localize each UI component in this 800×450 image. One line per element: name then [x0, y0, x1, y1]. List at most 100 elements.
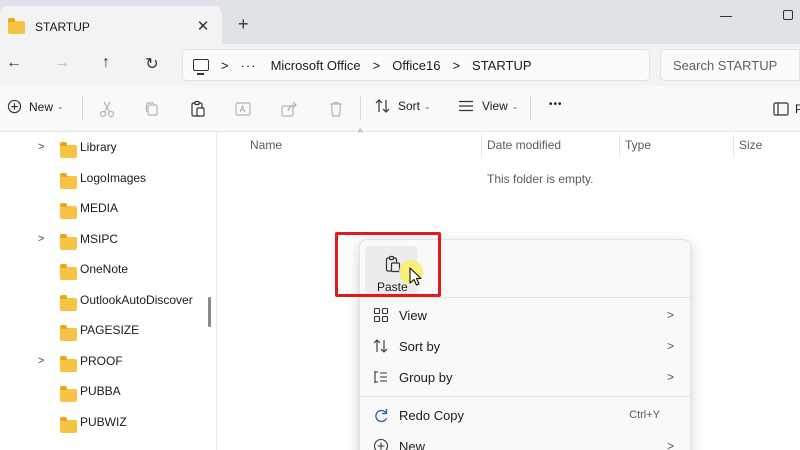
- toolbar-divider: [530, 96, 531, 120]
- menu-label: Group by: [399, 369, 453, 385]
- sort-caret-icon: ^: [358, 128, 363, 139]
- highlight-annotation-box: [335, 232, 441, 297]
- tree-item[interactable]: > Library: [0, 136, 204, 158]
- new-tab-button[interactable]: +: [238, 14, 249, 35]
- details-pane-icon[interactable]: [772, 100, 790, 118]
- tree-item-label: LogoImages: [80, 171, 147, 185]
- folder-icon: [60, 233, 77, 250]
- breadcrumb-microsoft-office[interactable]: Microsoft Office: [271, 58, 361, 73]
- folder-icon: [8, 17, 25, 34]
- breadcrumb-overflow-button[interactable]: ···: [241, 58, 257, 73]
- sort-icon: [375, 99, 390, 113]
- chevron-right-icon[interactable]: >: [38, 141, 44, 153]
- column-header-size[interactable]: Size: [739, 138, 762, 152]
- tree-item-label: PAGESIZE: [80, 323, 140, 337]
- tree-item[interactable]: OneNote: [0, 258, 204, 280]
- tree-item[interactable]: MEDIA: [0, 197, 204, 219]
- column-divider[interactable]: [619, 134, 620, 158]
- tree-item[interactable]: PUBBA: [0, 380, 204, 402]
- delete-icon[interactable]: [327, 100, 345, 118]
- menu-item-new[interactable]: New >: [360, 432, 690, 450]
- breadcrumb-office16[interactable]: Office16: [392, 58, 440, 73]
- refresh-button[interactable]: ↻: [142, 54, 162, 74]
- address-bar[interactable]: > ··· Microsoft Office > Office16 > STAR…: [182, 49, 650, 81]
- paste-icon[interactable]: [189, 100, 207, 118]
- forward-button[interactable]: →: [52, 54, 72, 72]
- search-placeholder: Search STARTUP: [673, 57, 778, 73]
- cut-icon[interactable]: [98, 100, 116, 118]
- column-header-date-modified[interactable]: Date modified: [487, 138, 561, 152]
- copy-icon[interactable]: [143, 100, 161, 118]
- tree-item-label: PUBWIZ: [80, 415, 127, 429]
- folder-icon: [60, 263, 77, 280]
- up-button[interactable]: ↑: [96, 54, 116, 72]
- column-header-name[interactable]: Name: [250, 138, 282, 152]
- search-input[interactable]: Search STARTUP: [660, 49, 800, 81]
- new-button[interactable]: New ⌄: [7, 99, 64, 114]
- folder-icon: [60, 172, 77, 189]
- chevron-down-icon: ⌄: [57, 102, 64, 111]
- column-header-type[interactable]: Type: [625, 138, 651, 152]
- breadcrumb-startup[interactable]: STARTUP: [472, 58, 531, 73]
- sort-button[interactable]: Sort ⌄: [375, 99, 431, 113]
- sort-label: Sort: [398, 99, 421, 113]
- maximize-button[interactable]: [783, 10, 793, 20]
- tree-item[interactable]: OutlookAutoDiscover: [0, 289, 204, 311]
- tab-startup[interactable]: STARTUP ✕: [0, 6, 222, 48]
- tree-item[interactable]: PUBWIZ: [0, 411, 204, 433]
- rename-icon[interactable]: [234, 100, 252, 118]
- tree-item-label: PUBBA: [80, 384, 121, 398]
- mouse-cursor-icon: [409, 267, 422, 286]
- menu-item-group-by[interactable]: Group by >: [360, 363, 690, 391]
- chevron-down-icon: ⌄: [511, 101, 519, 111]
- column-divider[interactable]: [481, 134, 482, 158]
- tree-item[interactable]: PAGESIZE: [0, 319, 204, 341]
- menu-item-view[interactable]: View >: [360, 301, 690, 329]
- chevron-right-icon: >: [666, 339, 674, 353]
- details-label-fragment: P: [795, 102, 800, 116]
- address-row: ← → ↑ ↻ > ··· Microsoft Office > Office1…: [0, 44, 800, 86]
- tree-item[interactable]: LogoImages: [0, 167, 204, 189]
- tree-item-label: Library: [80, 140, 117, 154]
- menu-item-sort-by[interactable]: Sort by >: [360, 332, 690, 360]
- share-icon[interactable]: [280, 100, 298, 118]
- menu-separator: [360, 396, 690, 397]
- grid-icon: [373, 307, 389, 323]
- folder-icon: [60, 141, 77, 158]
- navigation-pane: > Library LogoImages MEDIA > MSIPC OneNote Outl…: [0, 132, 204, 450]
- tree-item[interactable]: > PROOF: [0, 350, 204, 372]
- group-by-icon: [374, 371, 387, 383]
- menu-label: New: [399, 438, 426, 450]
- tree-item-label: MEDIA: [80, 201, 119, 215]
- chevron-right-icon[interactable]: >: [38, 233, 44, 245]
- menu-label: View: [399, 307, 427, 323]
- more-options-button[interactable]: •••: [549, 99, 563, 110]
- chevron-right-icon[interactable]: >: [38, 355, 44, 367]
- column-divider[interactable]: [733, 134, 734, 158]
- menu-item-redo-copy[interactable]: Redo Copy Ctrl+Y: [360, 401, 690, 429]
- menu-separator: [360, 297, 690, 298]
- tree-item[interactable]: > MSIPC: [0, 228, 204, 250]
- chevron-right-icon: >: [666, 439, 674, 450]
- view-icon: [459, 100, 473, 112]
- pane-divider[interactable]: [216, 132, 217, 450]
- plus-circle-icon: [373, 438, 389, 450]
- tree-item-label: MSIPC: [80, 232, 119, 246]
- tree-item-label: OutlookAutoDiscover: [80, 293, 193, 307]
- tree-item-label: PROOF: [80, 354, 123, 368]
- navigation-scrollbar[interactable]: [208, 297, 211, 327]
- tab-close-button[interactable]: ✕: [194, 17, 212, 35]
- view-label: View: [482, 99, 508, 113]
- plus-circle-icon: [7, 99, 22, 114]
- chevron-down-icon: ⌄: [424, 101, 431, 111]
- minimize-button[interactable]: [720, 16, 732, 17]
- toolbar-divider: [360, 96, 361, 120]
- folder-icon: [60, 416, 77, 433]
- view-button[interactable]: View ⌄: [458, 99, 519, 113]
- breadcrumb-separator: >: [452, 57, 461, 73]
- folder-icon: [60, 355, 77, 372]
- menu-label: Redo Copy: [399, 407, 465, 423]
- back-button[interactable]: ←: [4, 54, 24, 72]
- empty-folder-message: This folder is empty.: [487, 172, 594, 186]
- tab-title: STARTUP: [35, 20, 90, 34]
